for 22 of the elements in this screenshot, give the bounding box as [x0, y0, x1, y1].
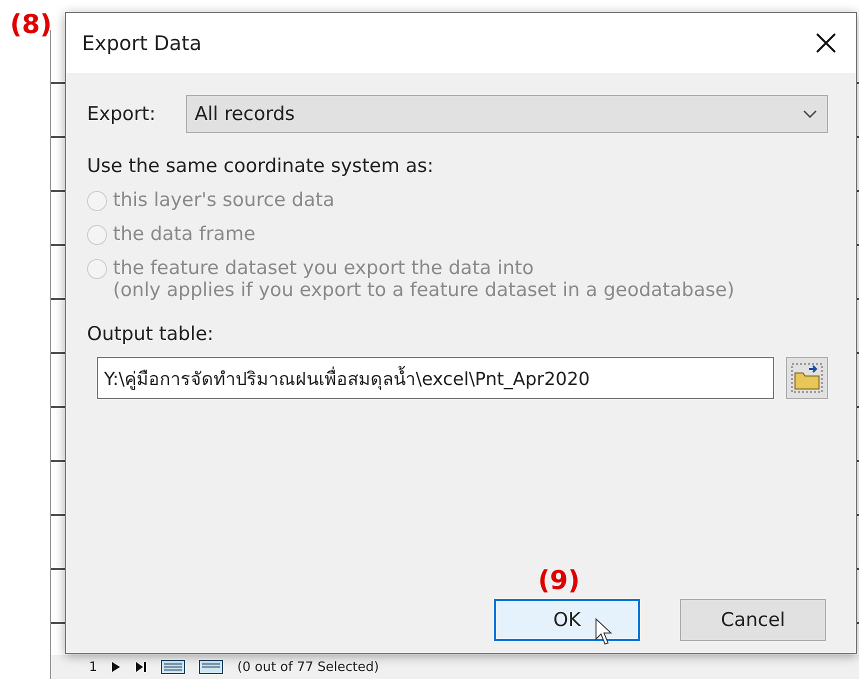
record-number: 1	[89, 660, 98, 674]
radio-label: the data frame	[113, 223, 256, 245]
dialog-title: Export Data	[82, 31, 202, 55]
cancel-button[interactable]: Cancel	[680, 599, 826, 641]
radio-note: (only applies if you export to a feature dataset in a geodatabase)	[113, 279, 734, 301]
show-selected-records-icon[interactable]	[199, 660, 224, 674]
folder-icon	[791, 363, 823, 393]
last-record-icon[interactable]	[135, 661, 148, 673]
coordinate-system-heading: Use the same coordinate system as:	[87, 155, 435, 177]
step-number-annotation: (8)	[10, 12, 52, 38]
chevron-down-icon	[803, 110, 817, 118]
next-record-icon[interactable]	[111, 661, 122, 673]
selection-status: (0 out of 77 Selected)	[237, 660, 379, 674]
show-all-records-icon[interactable]	[161, 660, 186, 674]
step-number-annotation: (9)	[538, 568, 580, 594]
radio-label: the feature dataset you export the data into	[113, 257, 535, 279]
output-table-field[interactable]: Y:\คู่มือการจัดทำปริมาณฝนเพื่อสมดุลน้ำ\excel\Pnt_Apr2020	[97, 357, 774, 399]
output-table-label: Output table:	[87, 323, 215, 345]
export-dropdown[interactable]: All records	[186, 95, 828, 133]
browse-button[interactable]	[786, 357, 828, 399]
radio-label: this layer's source data	[113, 189, 334, 211]
export-label: Export:	[87, 103, 156, 125]
